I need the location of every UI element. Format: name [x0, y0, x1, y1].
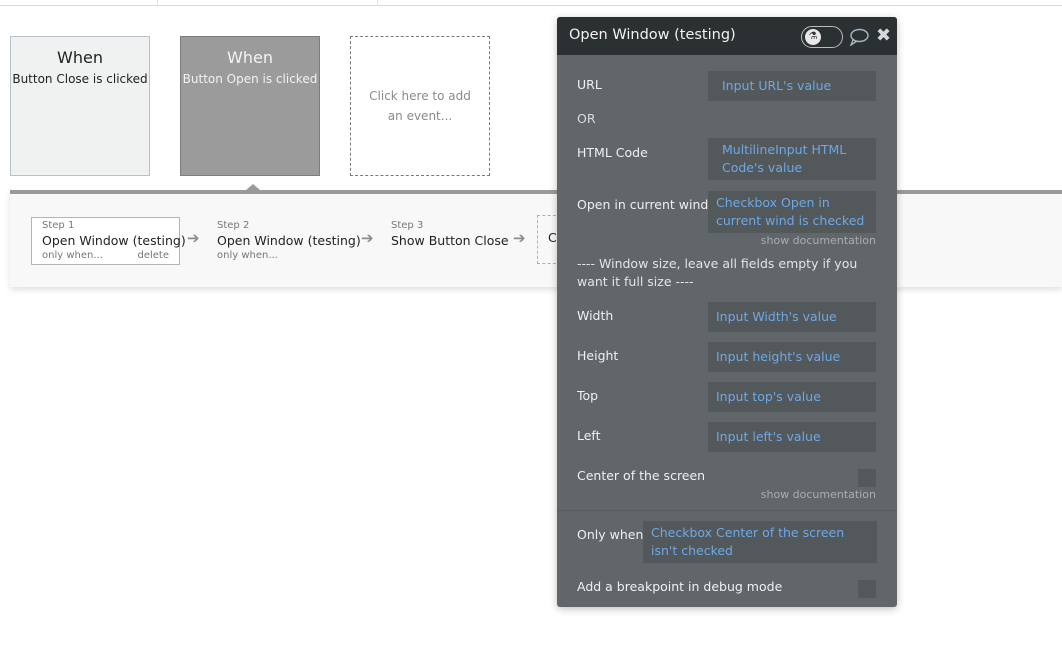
- arrow-right-icon: ➔: [187, 229, 200, 247]
- height-field[interactable]: Input height's value: [708, 342, 876, 372]
- step-only-when-link[interactable]: only when...: [42, 250, 103, 262]
- show-documentation-link[interactable]: show documentation: [761, 488, 876, 501]
- flask-icon: ⚗: [805, 29, 821, 45]
- panel-divider: [557, 510, 897, 511]
- only-when-field[interactable]: Checkbox Center of the screen isn't chec…: [643, 521, 877, 563]
- or-label: OR: [577, 111, 596, 126]
- workflow-step-2[interactable]: Step 2 Open Window (testing) only when..…: [206, 217, 361, 265]
- breakpoint-label: Add a breakpoint in debug mode: [577, 579, 783, 594]
- event-card-button-close[interactable]: When Button Close is clicked: [10, 36, 150, 176]
- workflow-step-3[interactable]: Step 3 Show Button Close: [380, 217, 520, 265]
- add-event-label: Click here to add an event...: [369, 89, 471, 123]
- left-field[interactable]: Input left's value: [708, 422, 876, 452]
- top-toolbar: [0, 0, 1062, 6]
- height-label: Height: [577, 348, 619, 363]
- arrow-right-icon: ➔: [361, 229, 374, 247]
- panel-title: Open Window (testing): [569, 27, 736, 43]
- debug-toggle[interactable]: ⚗: [801, 26, 843, 48]
- toolbar-divider: [377, 0, 378, 6]
- url-label: URL: [577, 77, 602, 92]
- speech-bubble-icon[interactable]: [849, 28, 869, 46]
- event-when-label: When: [227, 48, 273, 67]
- width-label: Width: [577, 308, 614, 323]
- event-card-button-open[interactable]: When Button Open is clicked: [180, 36, 320, 176]
- center-screen-checkbox[interactable]: [858, 469, 876, 487]
- step-number: Step 2: [217, 220, 250, 231]
- step-only-when-link[interactable]: only when...: [217, 250, 278, 262]
- step-number: Step 1: [42, 220, 75, 231]
- workflow-step-1[interactable]: Step 1 Open Window (testing) only when..…: [31, 217, 186, 265]
- step-name: Show Button Close: [391, 233, 509, 248]
- step-name: Open Window (testing): [42, 233, 186, 248]
- add-event-button[interactable]: Click here to add an event...: [350, 36, 490, 176]
- show-documentation-link[interactable]: show documentation: [761, 234, 876, 247]
- left-label: Left: [577, 428, 601, 443]
- toolbar-divider: [157, 0, 158, 6]
- top-label: Top: [577, 388, 599, 403]
- step-number: Step 3: [391, 220, 424, 231]
- action-property-panel: Open Window (testing) ⚗ ✖ URL Input URL'…: [557, 17, 897, 607]
- step-name: Open Window (testing): [217, 233, 361, 248]
- event-description: Button Open is clicked: [182, 72, 318, 86]
- top-field[interactable]: Input top's value: [708, 382, 876, 412]
- panel-header[interactable]: Open Window (testing) ⚗ ✖: [557, 17, 897, 55]
- event-when-label: When: [57, 48, 103, 67]
- html-code-label: HTML Code: [577, 145, 648, 160]
- event-description: Button Close is clicked: [12, 72, 148, 86]
- open-current-window-field[interactable]: Checkbox Open in current wind is checked: [708, 191, 876, 233]
- width-field[interactable]: Input Width's value: [708, 302, 876, 332]
- arrow-right-icon: ➔: [513, 229, 526, 247]
- step-delete-link[interactable]: delete: [137, 250, 169, 262]
- close-icon[interactable]: ✖: [876, 25, 891, 47]
- center-screen-label: Center of the screen: [577, 468, 706, 483]
- breakpoint-checkbox[interactable]: [858, 580, 876, 598]
- url-field[interactable]: Input URL's value: [708, 71, 876, 101]
- html-code-field[interactable]: MultilineInput HTML Code's value: [708, 138, 876, 180]
- open-current-window-label: Open in current wind: [577, 197, 709, 212]
- window-size-note: ---- Window size, leave all fields empty…: [577, 256, 858, 289]
- only-when-label: Only when: [577, 527, 644, 542]
